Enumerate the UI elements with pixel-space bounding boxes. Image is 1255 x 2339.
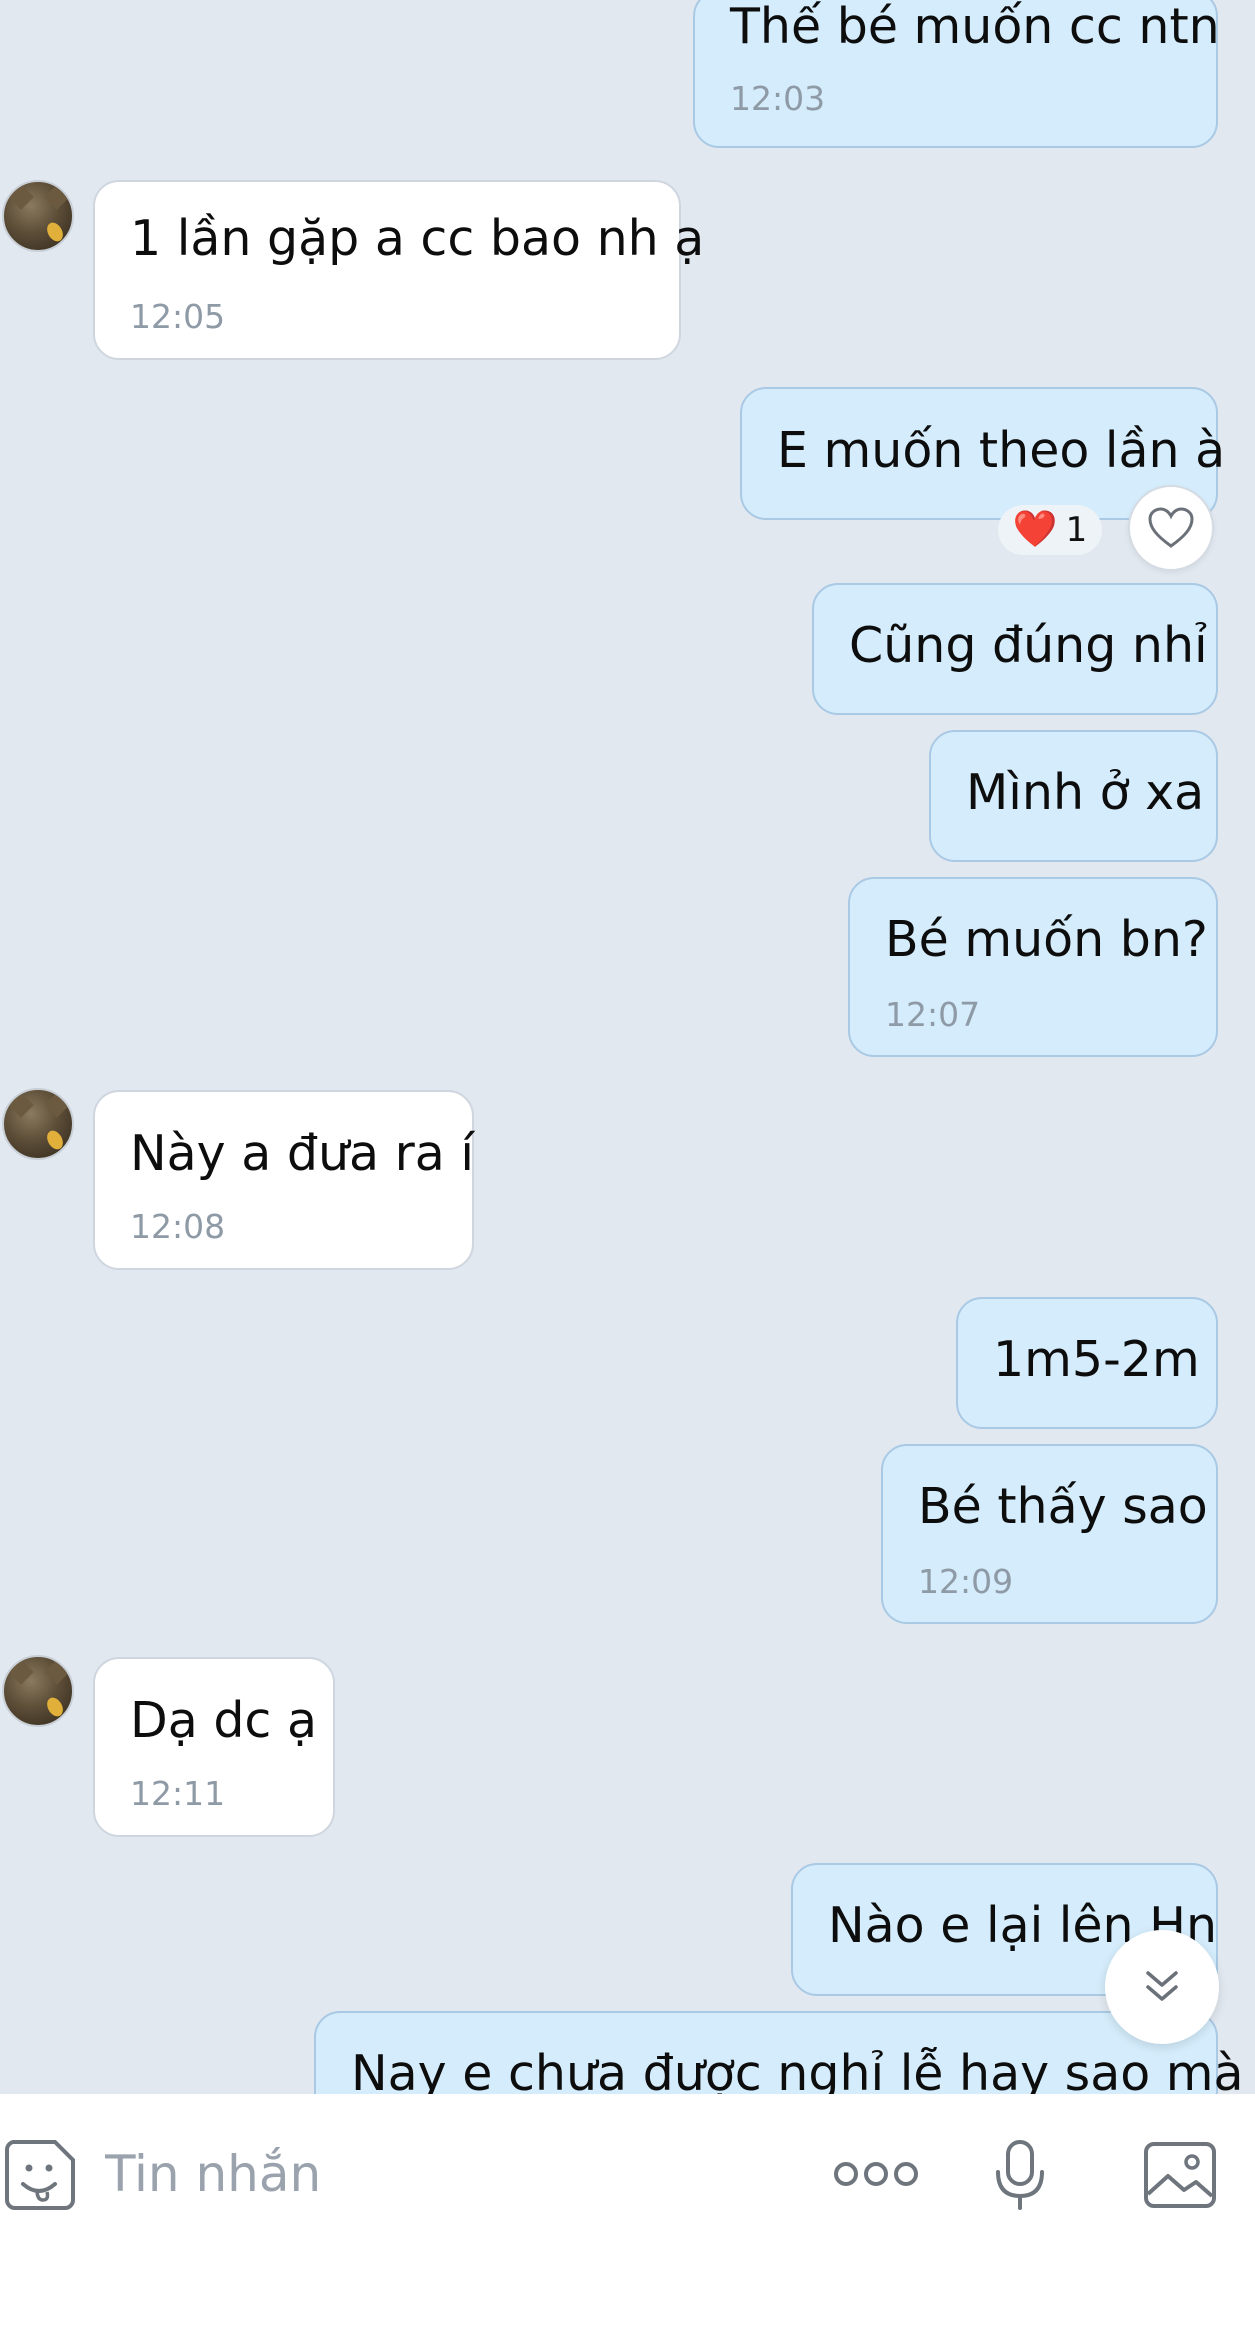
heart-emoji-icon: ❤️ [1012, 509, 1058, 550]
like-button[interactable] [1128, 485, 1214, 571]
image-button[interactable] [1140, 2130, 1220, 2220]
contact-avatar[interactable] [2, 1088, 74, 1160]
message-bubble-outgoing[interactable]: Thế bé muốn cc ntn 12:03 [693, 0, 1220, 148]
message-time: 12:03 [730, 79, 826, 118]
message-bubble-outgoing[interactable]: Mình ở xa [929, 730, 1218, 862]
microphone-button[interactable] [990, 2130, 1050, 2220]
more-icon [834, 2162, 918, 2186]
message-bubble-outgoing[interactable]: Bé muốn bn? 12:07 [848, 877, 1218, 1057]
message-text: Này a đưa ra í [130, 1125, 474, 1182]
sticker-button[interactable] [0, 2130, 80, 2220]
message-text: Bé muốn bn? [885, 911, 1208, 968]
message-time: 12:07 [885, 995, 981, 1034]
message-composer [0, 2094, 1255, 2339]
message-text: E muốn theo lần à [777, 422, 1226, 479]
message-time: 12:08 [130, 1207, 226, 1246]
message-bubble-incoming[interactable]: Này a đưa ra í 12:08 [93, 1090, 474, 1270]
message-text: Nay e chưa được nghỉ lễ hay sao mà [351, 2045, 1244, 2094]
double-chevron-down-icon [1146, 1971, 1178, 2001]
contact-avatar[interactable] [2, 180, 74, 252]
scroll-to-bottom-button[interactable] [1105, 1930, 1219, 2044]
message-time: 12:09 [918, 1562, 1014, 1601]
message-time: 12:11 [130, 1774, 226, 1813]
message-bubble-outgoing[interactable]: Bé thấy sao 12:09 [881, 1444, 1218, 1624]
sticker-icon [5, 2140, 75, 2210]
message-bubble-incoming[interactable]: Dạ dc ạ 12:11 [93, 1657, 335, 1837]
message-text: Bé thấy sao [918, 1478, 1208, 1535]
image-icon [1144, 2142, 1216, 2208]
heart-outline-icon [1148, 507, 1194, 548]
microphone-icon [996, 2140, 1044, 2210]
message-bubble-outgoing[interactable]: Cũng đúng nhỉ [812, 583, 1218, 715]
reaction-count: 1 [1065, 510, 1088, 550]
contact-avatar[interactable] [2, 1655, 74, 1727]
message-text: Thế bé muốn cc ntn [730, 0, 1220, 55]
message-time: 12:05 [130, 297, 226, 336]
message-text: 1 lần gặp a cc bao nh ạ [130, 210, 705, 267]
message-text: Mình ở xa [966, 764, 1205, 821]
message-bubble-outgoing[interactable]: Nay e chưa được nghỉ lễ hay sao mà [314, 2011, 1244, 2094]
message-text: Cũng đúng nhỉ [849, 617, 1208, 674]
chat-message-list[interactable]: Thế bé muốn cc ntn 12:03 1 lần gặp a cc … [0, 0, 1255, 2094]
message-bubble-incoming[interactable]: 1 lần gặp a cc bao nh ạ 12:05 [93, 180, 704, 360]
more-button[interactable] [830, 2134, 922, 2214]
message-text: Dạ dc ạ [130, 1692, 317, 1749]
message-reaction[interactable]: ❤️ 1 [998, 505, 1102, 555]
message-text: 1m5-2m [993, 1331, 1200, 1388]
message-input[interactable] [105, 2134, 805, 2214]
message-bubble-outgoing[interactable]: 1m5-2m [956, 1297, 1218, 1429]
